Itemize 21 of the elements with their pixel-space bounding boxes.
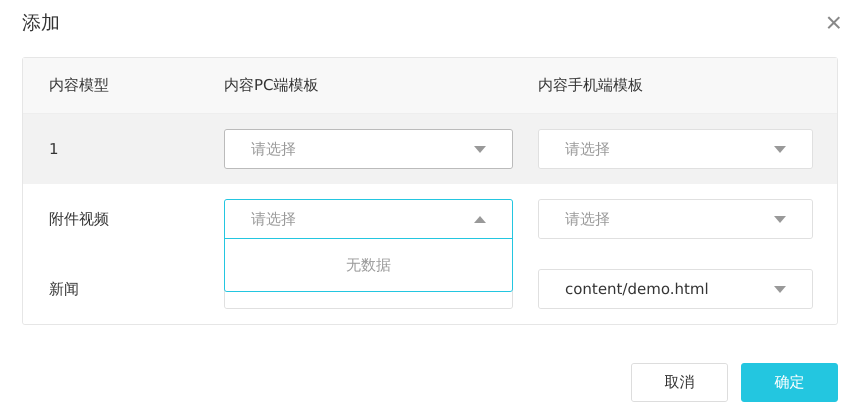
dialog-title: 添加 — [22, 11, 60, 36]
column-header: 内容模型 — [49, 76, 110, 95]
select-field[interactable]: content/demo.html — [538, 269, 813, 309]
caret-down-icon — [774, 216, 786, 222]
confirm-button[interactable]: 确定 — [741, 363, 838, 402]
cancel-button[interactable]: 取消 — [631, 363, 728, 402]
close-button[interactable]: × — [826, 9, 842, 37]
column-header: 内容手机端模板 — [538, 76, 644, 95]
caret-down-icon — [774, 286, 786, 292]
select-field[interactable]: 请选择 — [224, 129, 513, 169]
column-header: 内容PC端模板 — [224, 76, 320, 95]
table-cell-text: 1 — [49, 140, 60, 158]
table-cell-text: 新闻 — [49, 280, 80, 298]
select-field[interactable]: 请选择 — [538, 129, 813, 169]
caret-up-icon — [474, 216, 486, 222]
select-field[interactable]: 请选择 — [538, 199, 813, 239]
caret-down-icon — [474, 146, 486, 152]
table-cell-text: 附件视频 — [49, 210, 110, 228]
select-field[interactable]: 请选择 — [224, 199, 513, 239]
empty-message: 无数据 — [346, 256, 391, 274]
caret-down-icon — [774, 146, 786, 152]
